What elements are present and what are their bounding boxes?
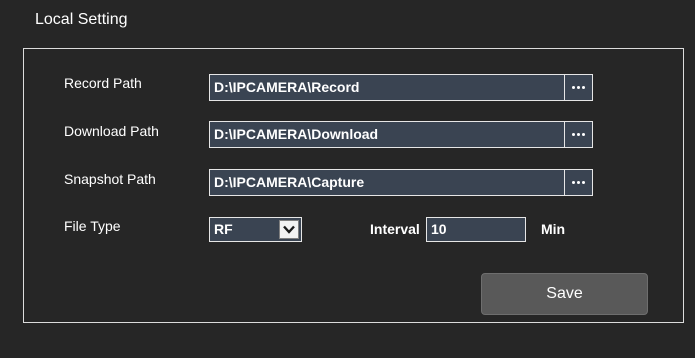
download-path-label: Download Path — [64, 123, 159, 139]
snapshot-path-field: D:\IPCAMERA\Capture — [209, 169, 593, 196]
record-path-label: Record Path — [64, 75, 142, 91]
snapshot-path-browse-button[interactable] — [564, 170, 592, 195]
ellipsis-icon — [572, 181, 575, 184]
file-type-selected-value: RF — [214, 221, 233, 237]
record-path-input[interactable]: D:\IPCAMERA\Record — [210, 75, 564, 100]
save-button[interactable]: Save — [481, 273, 648, 315]
record-path-browse-button[interactable] — [564, 75, 592, 100]
ellipsis-icon — [572, 86, 575, 89]
snapshot-path-input[interactable]: D:\IPCAMERA\Capture — [210, 170, 564, 195]
interval-label: Interval — [370, 221, 420, 237]
ellipsis-dot — [577, 133, 580, 136]
snapshot-path-label: Snapshot Path — [64, 171, 156, 187]
ellipsis-dot — [582, 133, 585, 136]
file-type-label: File Type — [64, 218, 121, 234]
interval-input[interactable]: 10 — [426, 217, 526, 242]
download-path-input[interactable]: D:\IPCAMERA\Download — [210, 122, 564, 147]
chevron-down-icon[interactable] — [279, 220, 299, 239]
record-path-field: D:\IPCAMERA\Record — [209, 74, 593, 101]
interval-unit-label: Min — [541, 221, 566, 237]
ellipsis-dot — [582, 181, 585, 184]
ellipsis-icon — [572, 133, 575, 136]
panel-title: Local Setting — [35, 11, 128, 28]
ellipsis-dot — [577, 181, 580, 184]
download-path-browse-button[interactable] — [564, 122, 592, 147]
file-type-select[interactable]: RF — [209, 217, 302, 242]
ellipsis-dot — [582, 86, 585, 89]
ellipsis-dot — [577, 86, 580, 89]
download-path-field: D:\IPCAMERA\Download — [209, 121, 593, 148]
chevron-down-glyph — [283, 225, 295, 234]
